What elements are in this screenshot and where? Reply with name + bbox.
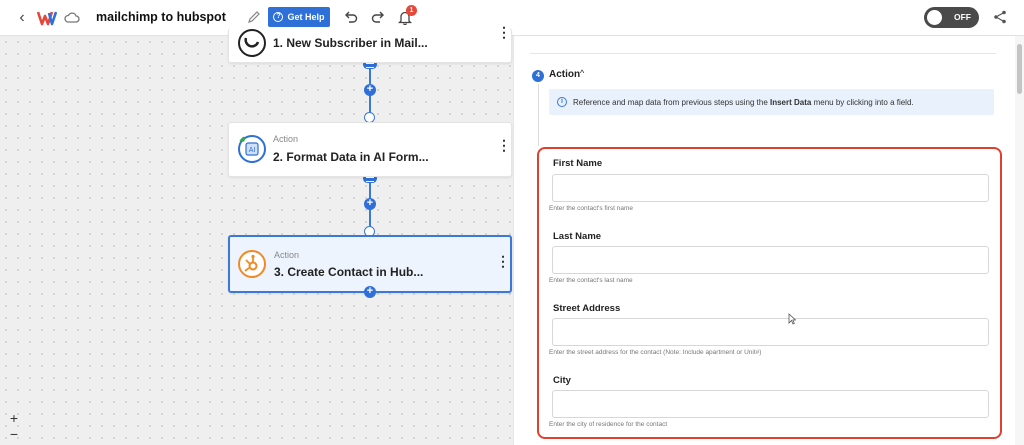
toggle-knob bbox=[927, 10, 942, 25]
app-logo-icon[interactable] bbox=[37, 10, 57, 26]
help-icon: ? bbox=[273, 12, 284, 22]
cloud-sync-icon bbox=[64, 12, 80, 23]
last-name-hint: Enter the contact's last name bbox=[549, 277, 633, 284]
step-kind: Action bbox=[273, 134, 299, 144]
street-address-label: Street Address bbox=[553, 303, 621, 314]
get-help-button[interactable]: ? Get Help bbox=[268, 7, 330, 27]
mouse-cursor-icon bbox=[788, 313, 796, 325]
chevron-up-icon[interactable]: ^ bbox=[580, 68, 584, 78]
add-step-button[interactable]: + bbox=[364, 286, 376, 298]
zoom-out-button[interactable]: − bbox=[6, 427, 22, 441]
notification-badge: 1 bbox=[406, 5, 417, 16]
hubspot-icon bbox=[238, 250, 266, 278]
svg-text:AI: AI bbox=[249, 147, 256, 154]
step-name: 3. Create Contact in Hub... bbox=[274, 265, 424, 279]
first-name-label: First Name bbox=[553, 158, 603, 169]
city-input[interactable] bbox=[552, 390, 989, 418]
step-kind: Action bbox=[274, 250, 300, 260]
workflow-step-1[interactable]: 1. New Subscriber in Mail... ⋮ bbox=[228, 25, 512, 63]
section-divider bbox=[530, 53, 996, 54]
step-name: 1. New Subscriber in Mail... bbox=[273, 36, 428, 50]
mailchimp-icon bbox=[238, 29, 266, 57]
edit-pencil-icon[interactable] bbox=[247, 10, 261, 24]
get-help-label: Get Help bbox=[287, 12, 325, 22]
first-name-input[interactable] bbox=[552, 174, 989, 202]
workflow-title[interactable]: mailchimp to hubspot bbox=[96, 10, 226, 24]
zoom-in-button[interactable]: + bbox=[6, 411, 22, 425]
first-name-hint: Enter the contact's first name bbox=[549, 205, 633, 212]
section-guide-line bbox=[538, 84, 539, 146]
info-text: Reference and map data from previous ste… bbox=[573, 97, 914, 107]
step-menu-icon[interactable]: ⋮ bbox=[497, 138, 511, 152]
step-menu-icon[interactable]: ⋮ bbox=[496, 254, 510, 268]
step-name: 2. Format Data in AI Form... bbox=[273, 150, 429, 164]
workflow-step-2[interactable]: AI Action 2. Format Data in AI Form... ⋮ bbox=[228, 122, 512, 177]
last-name-input[interactable] bbox=[552, 246, 989, 274]
undo-icon[interactable] bbox=[343, 9, 359, 25]
redo-icon[interactable] bbox=[370, 9, 386, 25]
workflow-on-off-toggle[interactable]: OFF bbox=[924, 7, 979, 28]
back-icon[interactable]: ‹ bbox=[14, 9, 30, 27]
step-menu-icon[interactable]: ⋮ bbox=[497, 25, 511, 39]
panel-scrollbar[interactable] bbox=[1015, 36, 1024, 445]
city-hint: Enter the city of residence for the cont… bbox=[549, 421, 668, 428]
last-name-label: Last Name bbox=[553, 231, 602, 242]
action-section-title[interactable]: Action bbox=[549, 69, 580, 80]
ai-formatter-icon: AI bbox=[238, 135, 266, 163]
city-label: City bbox=[553, 375, 571, 386]
add-step-button[interactable]: + bbox=[364, 84, 376, 96]
share-icon[interactable] bbox=[993, 10, 1007, 24]
scrollbar-thumb[interactable] bbox=[1017, 44, 1022, 94]
step-number-badge: 4 bbox=[532, 70, 544, 82]
info-banner: i Reference and map data from previous s… bbox=[549, 89, 994, 115]
toggle-label: OFF bbox=[954, 12, 971, 22]
top-bar: ‹ mailchimp to hubspot ? Get Help 1 OFF bbox=[0, 0, 1024, 36]
add-step-button[interactable]: + bbox=[364, 198, 376, 210]
info-icon: i bbox=[557, 97, 567, 107]
street-address-hint: Enter the street address for the contact… bbox=[549, 349, 762, 356]
street-address-input[interactable] bbox=[552, 318, 989, 346]
